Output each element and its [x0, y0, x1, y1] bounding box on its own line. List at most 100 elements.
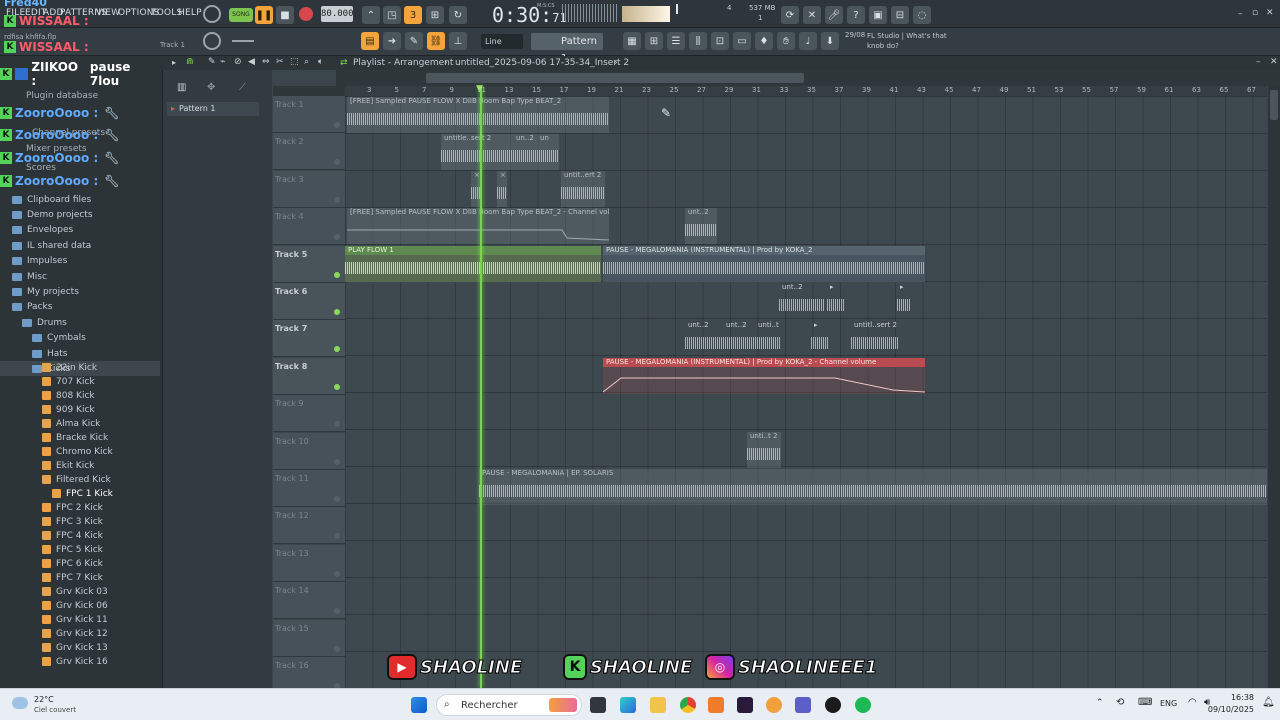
keyboard-icon[interactable]: ⌨ — [1138, 697, 1152, 708]
track-mute-led[interactable] — [334, 271, 340, 278]
pause-button[interactable]: ❚❚ — [255, 6, 273, 24]
browser-folder-item[interactable]: Hats — [0, 346, 160, 361]
track-header[interactable]: Track 2 — [273, 133, 345, 171]
audio-clip[interactable]: unt..2 — [685, 208, 717, 244]
track-header[interactable]: Track 13 — [273, 544, 345, 582]
track-mute-led[interactable] — [334, 645, 340, 652]
pattern-selector[interactable]: Pattern 1 — [531, 33, 603, 64]
browser-sample-item[interactable]: Grv Kick 06 — [0, 598, 160, 613]
save-icon[interactable]: ▣ — [869, 6, 887, 24]
weather-temp[interactable]: 22°C — [34, 695, 54, 704]
audio-clip[interactable]: unt..2 — [685, 321, 723, 357]
track-header[interactable]: Track 14 — [273, 582, 345, 620]
menu-help[interactable]: HELP — [178, 8, 202, 18]
track-header[interactable]: Track 11 — [273, 470, 345, 507]
horizontal-scroll-thumb[interactable] — [426, 73, 804, 83]
browser-folder-item[interactable]: Envelopes — [0, 223, 160, 238]
automation-clip-volume[interactable]: PAUSE - MEGALOMANIA (INSTRUMENTAL) | Pro… — [603, 358, 925, 394]
browser-sample-item[interactable]: Grv Kick 11 — [0, 612, 160, 627]
step-sequencer-icon[interactable]: ☰ — [667, 32, 685, 50]
browser-sample-item[interactable]: Bracke Kick — [0, 430, 160, 445]
teams-icon[interactable] — [795, 697, 811, 713]
track-mute-led[interactable] — [334, 159, 340, 166]
browser-folder-item[interactable]: Demo projects — [0, 207, 160, 222]
news-ticker[interactable]: FL Studio | What's that knob do? — [867, 31, 949, 51]
browser-sample-item[interactable]: 707 Kick — [0, 374, 160, 389]
audio-clip[interactable]: un — [537, 134, 559, 170]
weather-desc[interactable]: Ciel couvert — [34, 706, 76, 714]
language-indicator[interactable]: ENG — [1160, 699, 1177, 708]
stop-button[interactable]: ■ — [276, 6, 294, 24]
browser-folder-item[interactable]: IL shared data — [0, 238, 160, 253]
browser-sample-item[interactable]: Filtered Kick — [0, 472, 160, 487]
track-mute-led[interactable] — [334, 496, 340, 502]
vertical-scrollbar[interactable] — [1268, 86, 1280, 688]
move-icon[interactable]: ✥ — [207, 82, 215, 93]
audio-clip[interactable]: untitl..sert 2 — [851, 321, 899, 357]
audio-clip[interactable]: × — [497, 171, 507, 207]
speaker-icon[interactable]: 🔈︎ — [318, 57, 323, 67]
track-mute-led[interactable] — [334, 309, 340, 315]
automation-clip[interactable]: [FREE] Sampled PAUSE FLOW X DIIB Boom Ba… — [347, 208, 609, 244]
track-header[interactable]: Track 7 — [273, 320, 345, 358]
curve-icon[interactable]: ⟋ — [239, 82, 246, 93]
pattern-item[interactable]: ▸ Pattern 1 — [167, 102, 259, 116]
browser-folder-item[interactable]: Packs — [0, 300, 160, 315]
piano-roll-icon[interactable]: ▦ — [623, 32, 641, 50]
browser-sample-item[interactable]: 909 Kick — [0, 402, 160, 417]
audio-clip[interactable]: unt..2 — [723, 321, 755, 357]
snap-select[interactable]: Line — [481, 34, 523, 49]
browser-sample-item[interactable]: FPC 6 Kick — [0, 556, 160, 571]
fl-studio-icon[interactable] — [766, 697, 782, 713]
browser-sample-item[interactable]: Ekit Kick — [0, 458, 160, 473]
playhead-marker-icon[interactable]: ▼ — [476, 84, 483, 94]
browser-folder-item[interactable]: Misc — [0, 269, 160, 284]
audio-clip[interactable]: untit..ert 2 — [561, 171, 605, 207]
audio-clip[interactable]: un..2 — [513, 134, 537, 170]
browser-sample-item[interactable]: Chromo Kick — [0, 444, 160, 459]
clock-time[interactable]: 16:38 — [1224, 693, 1254, 702]
file-explorer-icon[interactable] — [650, 697, 666, 713]
loop-record-icon[interactable]: ↻ — [449, 6, 467, 24]
magnet-icon[interactable]: ⋒ — [186, 57, 194, 67]
wait-record-icon[interactable]: ◳ — [383, 6, 401, 24]
obs-icon[interactable] — [825, 697, 841, 713]
audio-clip[interactable]: ▸ — [827, 283, 845, 319]
wifi-icon[interactable]: ◠ — [1188, 697, 1197, 708]
track-header[interactable]: Track 3 — [273, 170, 345, 208]
countdown-icon[interactable]: 3 — [404, 6, 422, 24]
minimize-icon[interactable]: – — [1238, 9, 1243, 19]
mixer-panel-icon[interactable]: ⫼ — [689, 32, 707, 50]
help-icon[interactable]: ? — [847, 6, 865, 24]
audio-clip[interactable]: untitle..sert 2 — [441, 134, 513, 170]
mute-icon[interactable]: ◀ — [248, 57, 255, 67]
audio-clip[interactable]: unt..2 — [779, 283, 825, 319]
track-header[interactable]: Track 9 — [273, 395, 345, 433]
track-mute-led[interactable] — [334, 122, 340, 128]
track-header[interactable]: Track 15 — [273, 619, 345, 657]
browser-sample-item[interactable]: 22in Kick — [0, 360, 160, 375]
browser-folder-item[interactable]: Drums — [0, 315, 160, 330]
chrome-icon[interactable] — [680, 697, 696, 713]
task-view-icon[interactable] — [590, 697, 606, 713]
track-header[interactable]: Track 4 — [273, 208, 345, 246]
track-header[interactable]: Track 12 — [273, 507, 345, 545]
app-icon[interactable] — [708, 697, 724, 713]
slip-icon[interactable]: ⇔ — [262, 57, 270, 67]
menu-view[interactable]: VIEW — [96, 8, 120, 18]
browser-folder-item[interactable]: Clipboard files — [0, 192, 160, 207]
browser-sample-item[interactable]: FPC 2 Kick — [0, 500, 160, 515]
browser-sample-item[interactable]: FPC 3 Kick — [0, 514, 160, 529]
browser-sample-item[interactable]: Alma Kick — [0, 416, 160, 431]
chat-icon[interactable]: ◌ — [913, 6, 931, 24]
zoom-icon[interactable]: ⌕ — [304, 57, 309, 67]
playlist-toggle-icon[interactable]: ▤ — [361, 32, 379, 50]
minimize-playlist-icon[interactable]: – — [1256, 57, 1261, 67]
channel-rack-icon[interactable]: ⊞ — [645, 32, 663, 50]
spotify-icon[interactable] — [855, 697, 871, 713]
audio-clip-play-flow[interactable]: PLAY FLOW 1 — [345, 246, 601, 282]
chevron-up-icon[interactable]: ⌃ — [1096, 698, 1104, 708]
audio-clip[interactable]: [FREE] Sampled PAUSE FLOW X DIIB Boom Ba… — [347, 97, 609, 133]
track-mute-led[interactable] — [334, 570, 340, 577]
audio-clip-megalomania[interactable]: PAUSE - MEGALOMANIA (INSTRUMENTAL) | Pro… — [603, 246, 925, 282]
